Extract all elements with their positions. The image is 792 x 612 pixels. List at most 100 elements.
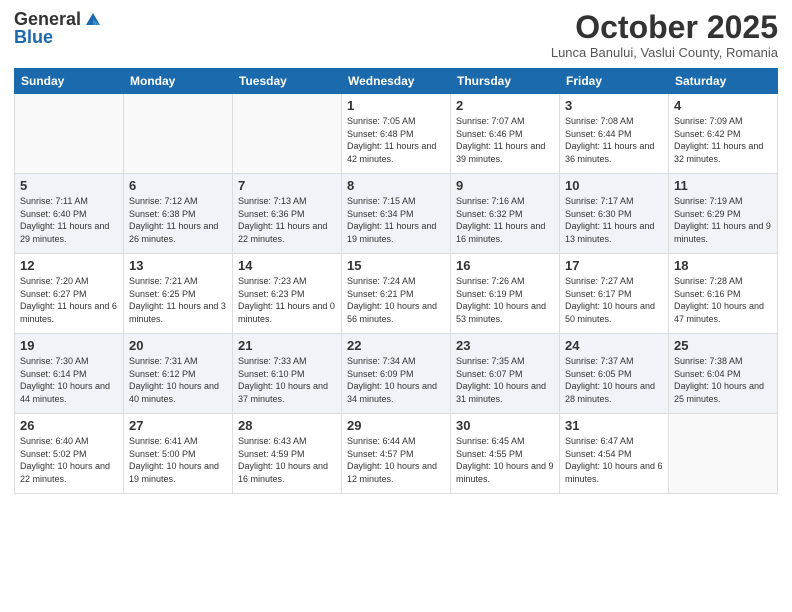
calendar-day-cell: 15 Sunrise: 7:24 AMSunset: 6:21 PMDayligh… xyxy=(342,254,451,334)
day-info: Sunrise: 7:20 AMSunset: 6:27 PMDaylight:… xyxy=(20,275,118,325)
calendar-day-cell: 22 Sunrise: 7:34 AMSunset: 6:09 PMDayligh… xyxy=(342,334,451,414)
day-number: 13 xyxy=(129,258,227,273)
day-info: Sunrise: 7:12 AMSunset: 6:38 PMDaylight:… xyxy=(129,195,227,245)
calendar-day-cell: 31 Sunrise: 6:47 AMSunset: 4:54 PMDayligh… xyxy=(560,414,669,494)
calendar-day-cell xyxy=(669,414,778,494)
logo-icon xyxy=(84,11,102,29)
day-number: 16 xyxy=(456,258,554,273)
day-number: 21 xyxy=(238,338,336,353)
day-number: 24 xyxy=(565,338,663,353)
location: Lunca Banului, Vaslui County, Romania xyxy=(551,45,778,60)
day-number: 15 xyxy=(347,258,445,273)
day-info: Sunrise: 7:38 AMSunset: 6:04 PMDaylight:… xyxy=(674,355,772,405)
day-info: Sunrise: 6:45 AMSunset: 4:55 PMDaylight:… xyxy=(456,435,554,485)
month-title: October 2025 xyxy=(551,10,778,45)
day-info: Sunrise: 7:23 AMSunset: 6:23 PMDaylight:… xyxy=(238,275,336,325)
header: General Blue October 2025 Lunca Banului,… xyxy=(14,10,778,60)
calendar-week-row: 12 Sunrise: 7:20 AMSunset: 6:27 PMDayligh… xyxy=(15,254,778,334)
day-info: Sunrise: 7:09 AMSunset: 6:42 PMDaylight:… xyxy=(674,115,772,165)
calendar-day-cell: 30 Sunrise: 6:45 AMSunset: 4:55 PMDayligh… xyxy=(451,414,560,494)
day-info: Sunrise: 7:17 AMSunset: 6:30 PMDaylight:… xyxy=(565,195,663,245)
day-info: Sunrise: 7:16 AMSunset: 6:32 PMDaylight:… xyxy=(456,195,554,245)
calendar-day-cell xyxy=(233,94,342,174)
calendar-day-cell: 12 Sunrise: 7:20 AMSunset: 6:27 PMDayligh… xyxy=(15,254,124,334)
calendar-day-cell: 29 Sunrise: 6:44 AMSunset: 4:57 PMDayligh… xyxy=(342,414,451,494)
day-info: Sunrise: 7:33 AMSunset: 6:10 PMDaylight:… xyxy=(238,355,336,405)
day-number: 29 xyxy=(347,418,445,433)
calendar-week-row: 26 Sunrise: 6:40 AMSunset: 5:02 PMDayligh… xyxy=(15,414,778,494)
day-number: 19 xyxy=(20,338,118,353)
header-right: October 2025 Lunca Banului, Vaslui Count… xyxy=(551,10,778,60)
weekday-header: Friday xyxy=(560,69,669,94)
day-number: 18 xyxy=(674,258,772,273)
day-number: 3 xyxy=(565,98,663,113)
calendar-day-cell: 3 Sunrise: 7:08 AMSunset: 6:44 PMDaylight… xyxy=(560,94,669,174)
day-number: 31 xyxy=(565,418,663,433)
weekday-header-row: SundayMondayTuesdayWednesdayThursdayFrid… xyxy=(15,69,778,94)
calendar-day-cell: 19 Sunrise: 7:30 AMSunset: 6:14 PMDayligh… xyxy=(15,334,124,414)
calendar-day-cell: 24 Sunrise: 7:37 AMSunset: 6:05 PMDayligh… xyxy=(560,334,669,414)
calendar-day-cell: 2 Sunrise: 7:07 AMSunset: 6:46 PMDaylight… xyxy=(451,94,560,174)
day-number: 12 xyxy=(20,258,118,273)
day-info: Sunrise: 6:40 AMSunset: 5:02 PMDaylight:… xyxy=(20,435,118,485)
calendar-day-cell: 7Sunrise: 7:13 AMSunset: 6:36 PMDaylight… xyxy=(233,174,342,254)
day-info: Sunrise: 7:37 AMSunset: 6:05 PMDaylight:… xyxy=(565,355,663,405)
calendar-day-cell: 16 Sunrise: 7:26 AMSunset: 6:19 PMDayligh… xyxy=(451,254,560,334)
day-number: 28 xyxy=(238,418,336,433)
weekday-header: Thursday xyxy=(451,69,560,94)
weekday-header: Wednesday xyxy=(342,69,451,94)
day-info: Sunrise: 7:34 AMSunset: 6:09 PMDaylight:… xyxy=(347,355,445,405)
calendar-week-row: 5 Sunrise: 7:11 AMSunset: 6:40 PMDaylight… xyxy=(15,174,778,254)
day-number: 23 xyxy=(456,338,554,353)
day-info: Sunrise: 7:35 AMSunset: 6:07 PMDaylight:… xyxy=(456,355,554,405)
day-info: Sunrise: 7:11 AMSunset: 6:40 PMDaylight:… xyxy=(20,195,118,245)
day-info: Sunrise: 7:26 AMSunset: 6:19 PMDaylight:… xyxy=(456,275,554,325)
day-number: 20 xyxy=(129,338,227,353)
day-number: 4 xyxy=(674,98,772,113)
day-info: Sunrise: 7:31 AMSunset: 6:12 PMDaylight:… xyxy=(129,355,227,405)
calendar-day-cell: 27Sunrise: 6:41 AMSunset: 5:00 PMDayligh… xyxy=(124,414,233,494)
day-info: Sunrise: 6:47 AMSunset: 4:54 PMDaylight:… xyxy=(565,435,663,485)
day-number: 8 xyxy=(347,178,445,193)
day-number: 2 xyxy=(456,98,554,113)
day-info: Sunrise: 6:43 AMSunset: 4:59 PMDaylight:… xyxy=(238,435,336,485)
day-number: 7 xyxy=(238,178,336,193)
day-number: 9 xyxy=(456,178,554,193)
day-info: Sunrise: 7:24 AMSunset: 6:21 PMDaylight:… xyxy=(347,275,445,325)
day-info: Sunrise: 6:41 AMSunset: 5:00 PMDaylight:… xyxy=(129,435,227,485)
weekday-header: Tuesday xyxy=(233,69,342,94)
calendar-day-cell: 26 Sunrise: 6:40 AMSunset: 5:02 PMDayligh… xyxy=(15,414,124,494)
day-info: Sunrise: 7:28 AMSunset: 6:16 PMDaylight:… xyxy=(674,275,772,325)
calendar-day-cell: 13 Sunrise: 7:21 AMSunset: 6:25 PMDayligh… xyxy=(124,254,233,334)
calendar-day-cell: 1Sunrise: 7:05 AMSunset: 6:48 PMDaylight… xyxy=(342,94,451,174)
day-info: Sunrise: 7:21 AMSunset: 6:25 PMDaylight:… xyxy=(129,275,227,325)
calendar-day-cell: 14Sunrise: 7:23 AMSunset: 6:23 PMDayligh… xyxy=(233,254,342,334)
day-info: Sunrise: 6:44 AMSunset: 4:57 PMDaylight:… xyxy=(347,435,445,485)
day-number: 30 xyxy=(456,418,554,433)
calendar-day-cell: 11Sunrise: 7:19 AMSunset: 6:29 PMDayligh… xyxy=(669,174,778,254)
weekday-header: Sunday xyxy=(15,69,124,94)
day-number: 22 xyxy=(347,338,445,353)
day-number: 11 xyxy=(674,178,772,193)
calendar: SundayMondayTuesdayWednesdayThursdayFrid… xyxy=(14,68,778,494)
day-number: 5 xyxy=(20,178,118,193)
calendar-day-cell: 10Sunrise: 7:17 AMSunset: 6:30 PMDayligh… xyxy=(560,174,669,254)
calendar-week-row: 1Sunrise: 7:05 AMSunset: 6:48 PMDaylight… xyxy=(15,94,778,174)
day-number: 1 xyxy=(347,98,445,113)
day-number: 6 xyxy=(129,178,227,193)
calendar-day-cell: 20 Sunrise: 7:31 AMSunset: 6:12 PMDayligh… xyxy=(124,334,233,414)
day-info: Sunrise: 7:08 AMSunset: 6:44 PMDaylight:… xyxy=(565,115,663,165)
day-info: Sunrise: 7:15 AMSunset: 6:34 PMDaylight:… xyxy=(347,195,445,245)
day-info: Sunrise: 7:30 AMSunset: 6:14 PMDaylight:… xyxy=(20,355,118,405)
calendar-day-cell xyxy=(15,94,124,174)
calendar-day-cell: 17Sunrise: 7:27 AMSunset: 6:17 PMDayligh… xyxy=(560,254,669,334)
calendar-day-cell: 4 Sunrise: 7:09 AMSunset: 6:42 PMDaylight… xyxy=(669,94,778,174)
calendar-day-cell xyxy=(124,94,233,174)
page: General Blue October 2025 Lunca Banului,… xyxy=(0,0,792,612)
logo: General Blue xyxy=(14,10,102,48)
calendar-day-cell: 18 Sunrise: 7:28 AMSunset: 6:16 PMDayligh… xyxy=(669,254,778,334)
day-number: 26 xyxy=(20,418,118,433)
calendar-day-cell: 6 Sunrise: 7:12 AMSunset: 6:38 PMDaylight… xyxy=(124,174,233,254)
day-info: Sunrise: 7:07 AMSunset: 6:46 PMDaylight:… xyxy=(456,115,554,165)
weekday-header: Monday xyxy=(124,69,233,94)
